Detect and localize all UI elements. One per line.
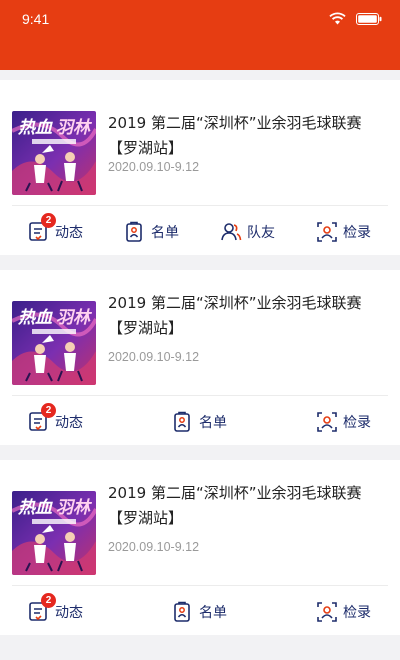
- battery-icon: [356, 12, 382, 25]
- teammates-icon: [220, 221, 242, 243]
- event-card[interactable]: 热血 羽林 2019 第二届“深圳杯”业余羽毛球联赛【罗湖站】 2020.09.…: [0, 270, 400, 445]
- roster-button[interactable]: 名单: [172, 396, 227, 448]
- news-button[interactable]: 2 动态: [28, 396, 83, 448]
- checkin-icon: [316, 601, 338, 623]
- event-poster-image: 热血 羽林: [12, 301, 96, 385]
- event-actions: 2 动态 名单 检录: [0, 396, 400, 448]
- event-date: 2020.09.10-9.12: [108, 540, 200, 554]
- wifi-icon: [329, 12, 346, 25]
- roster-button[interactable]: 名单: [172, 586, 227, 638]
- svg-text:热血: 热血: [17, 308, 53, 328]
- event-title[interactable]: 2019 第二届“深圳杯”业余羽毛球联赛【罗湖站】: [108, 291, 388, 341]
- event-card[interactable]: 热血 羽林 2019 第二届“深圳杯”业余羽毛球联赛【罗湖站】 2020.09.…: [0, 460, 400, 635]
- news-label: 动态: [55, 415, 83, 431]
- news-icon: 2: [28, 593, 56, 623]
- checkin-icon: [316, 411, 338, 433]
- roster-label: 名单: [199, 415, 227, 431]
- news-icon: 2: [28, 213, 56, 243]
- event-title[interactable]: 2019 第二届“深圳杯”业余羽毛球联赛【罗湖站】: [108, 481, 388, 531]
- checkin-label: 检录: [343, 225, 371, 241]
- status-icons: [329, 12, 382, 25]
- news-button[interactable]: 2 动态: [28, 206, 83, 258]
- svg-text:热血: 热血: [17, 118, 53, 138]
- roster-button[interactable]: 名单: [124, 206, 179, 258]
- roster-icon: [172, 411, 194, 433]
- event-date: 2020.09.10-9.12: [108, 350, 200, 364]
- news-label: 动态: [55, 605, 83, 621]
- checkin-button[interactable]: 检录: [316, 586, 371, 638]
- checkin-label: 检录: [343, 605, 371, 621]
- news-label: 动态: [55, 225, 83, 241]
- status-time: 9:41: [22, 11, 50, 27]
- notification-badge: 2: [41, 213, 56, 228]
- checkin-button[interactable]: 检录: [316, 206, 371, 258]
- teammates-label: 队友: [247, 225, 275, 241]
- event-poster-image: 热血 羽林: [12, 491, 96, 575]
- roster-label: 名单: [199, 605, 227, 621]
- event-title[interactable]: 2019 第二届“深圳杯”业余羽毛球联赛【罗湖站】: [108, 111, 388, 161]
- checkin-icon: [316, 221, 338, 243]
- event-actions: 2 动态 名单 队友 检录: [0, 206, 400, 258]
- checkin-label: 检录: [343, 415, 371, 431]
- svg-text:羽林: 羽林: [56, 118, 93, 138]
- event-card[interactable]: 热血 羽林 2019 第二届“深圳杯”业余羽毛球联赛【罗湖站】 2020.09.…: [0, 80, 400, 255]
- roster-icon: [124, 221, 146, 243]
- svg-text:羽林: 羽林: [56, 498, 93, 518]
- news-icon: 2: [28, 403, 56, 433]
- svg-text:热血: 热血: [17, 498, 53, 518]
- teammates-button[interactable]: 队友: [220, 206, 275, 258]
- event-date: 2020.09.10-9.12: [108, 160, 200, 174]
- event-poster-image: 热血 羽林: [12, 111, 96, 195]
- notification-badge: 2: [41, 403, 56, 418]
- roster-label: 名单: [151, 225, 179, 241]
- status-bar: 9:41: [0, 0, 400, 70]
- news-button[interactable]: 2 动态: [28, 586, 83, 638]
- notification-badge: 2: [41, 593, 56, 608]
- roster-icon: [172, 601, 194, 623]
- event-actions: 2 动态 名单 检录: [0, 586, 400, 638]
- checkin-button[interactable]: 检录: [316, 396, 371, 448]
- svg-text:羽林: 羽林: [56, 308, 93, 328]
